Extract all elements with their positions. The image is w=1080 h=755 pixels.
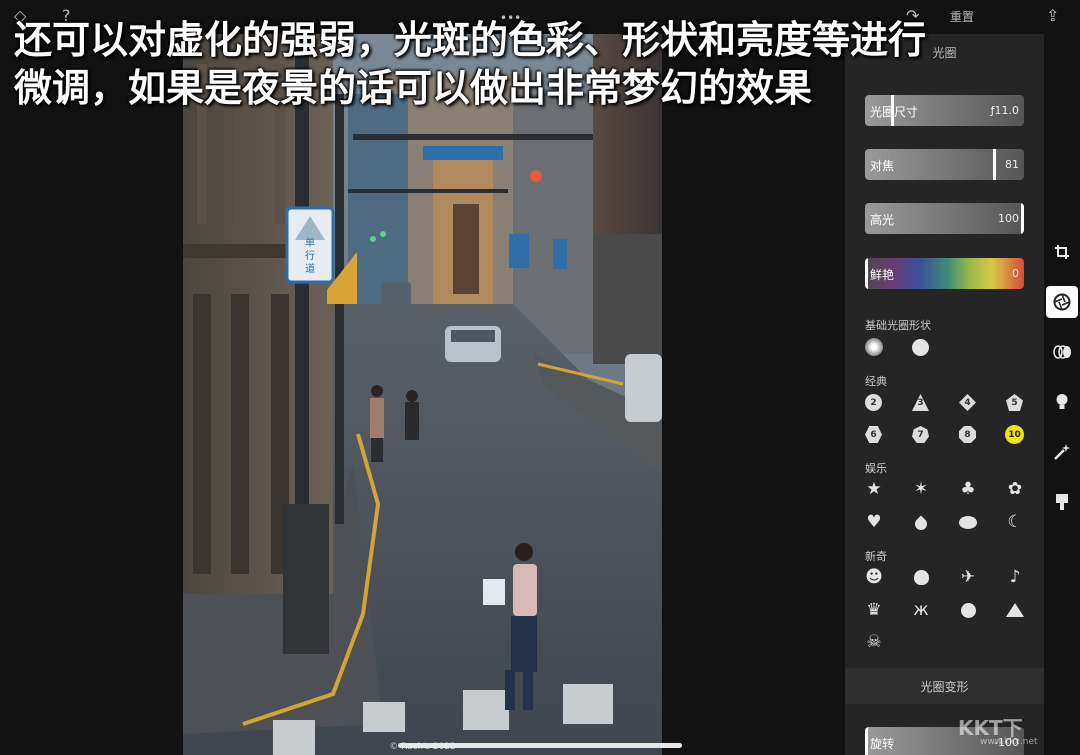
butterfly-shape-icon[interactable]: ж bbox=[910, 599, 932, 621]
novelty-label: 新奇 bbox=[865, 550, 887, 563]
slider-label: 旋转 bbox=[870, 737, 895, 751]
slider-label: 高光 bbox=[870, 213, 895, 227]
moon-shape-icon[interactable]: ☾ bbox=[1004, 511, 1026, 533]
slider-label: 鲜艳 bbox=[870, 268, 895, 282]
skull-shape-icon[interactable]: ☠ bbox=[863, 631, 885, 653]
star-shape-icon[interactable]: ★ bbox=[863, 478, 885, 500]
classic-shape-2-button[interactable]: 2 bbox=[865, 394, 882, 411]
six-point-star-shape-icon[interactable]: ✶ bbox=[910, 478, 932, 500]
classic-shape-10-button[interactable]: 10 bbox=[1005, 425, 1024, 444]
crown-shape-icon[interactable]: ♛ bbox=[863, 599, 885, 621]
caption-line-1: 还可以对虚化的强弱，光斑的色彩、形状和亮度等进行 bbox=[14, 18, 927, 62]
slider-thumb[interactable] bbox=[1021, 203, 1024, 234]
site-watermark-url: www.kkx.net bbox=[980, 737, 1038, 747]
speech-bubble-shape-icon[interactable] bbox=[957, 511, 979, 533]
svg-text:行: 行 bbox=[305, 249, 315, 262]
caption-overlay: 还可以对虚化的强弱，光斑的色彩、形状和亮度等进行 微调，如果是夜景的话可以做出非… bbox=[14, 16, 1074, 112]
classic-shape-3-button[interactable]: 3 bbox=[912, 394, 929, 411]
music-note-shape-icon[interactable]: ♪ bbox=[1004, 566, 1026, 588]
circle-shape-button[interactable] bbox=[909, 336, 931, 358]
slider-thumb[interactable] bbox=[992, 149, 996, 180]
smiley-shape-icon[interactable]: ☻ bbox=[863, 566, 885, 588]
fruit-shape-icon[interactable] bbox=[957, 599, 979, 621]
vibrance-slider[interactable]: 鲜艳 0 bbox=[865, 258, 1024, 289]
slider-thumb[interactable] bbox=[865, 727, 868, 755]
one-way-sign-text: 单 bbox=[305, 237, 315, 249]
entertainment-label: 娱乐 bbox=[865, 462, 887, 475]
crop-icon[interactable] bbox=[1046, 236, 1078, 268]
street-photo: 单 行 道 bbox=[183, 34, 662, 755]
paint-brush-icon[interactable] bbox=[1046, 486, 1078, 518]
slider-thumb[interactable] bbox=[865, 258, 868, 289]
lightbulb-icon[interactable] bbox=[1046, 386, 1078, 418]
aperture-icon[interactable] bbox=[1046, 286, 1078, 318]
classic-shape-8-button[interactable]: 8 bbox=[959, 426, 976, 443]
airplane-shape-icon[interactable]: ✈ bbox=[957, 566, 979, 588]
classic-shape-7-button[interactable]: 7 bbox=[912, 426, 929, 443]
slider-value: 81 bbox=[1005, 158, 1019, 171]
flower-shape-icon[interactable]: ✿ bbox=[1004, 478, 1026, 500]
classic-shape-4-button[interactable]: 4 bbox=[959, 394, 976, 411]
apple-shape-icon[interactable] bbox=[910, 566, 932, 588]
club-shape-icon[interactable]: ♣ bbox=[957, 478, 979, 500]
home-indicator[interactable] bbox=[398, 743, 682, 748]
caption-line-2: 微调，如果是夜景的话可以做出非常梦幻的效果 bbox=[14, 66, 813, 110]
tool-strip bbox=[1044, 34, 1080, 755]
lens-blur-icon[interactable] bbox=[1046, 336, 1078, 368]
highlights-slider[interactable]: 高光 100 bbox=[865, 203, 1024, 234]
heart-shape-icon[interactable]: ♥ bbox=[863, 511, 885, 533]
poop-shape-icon[interactable] bbox=[1004, 599, 1026, 621]
basic-shapes-label: 基础光圈形状 bbox=[865, 319, 931, 332]
drop-shape-icon[interactable] bbox=[910, 511, 932, 533]
slider-value: 0 bbox=[1012, 267, 1019, 280]
aperture-transform-header[interactable]: 光圈变形 bbox=[845, 668, 1044, 704]
soft-circle-shape-button[interactable] bbox=[863, 336, 885, 358]
focus-slider[interactable]: 对焦 81 bbox=[865, 149, 1024, 180]
aperture-settings-panel: 光圈 光圈尺寸 ƒ11.0 对焦 81 高光 100 鲜艳 0 基础光圈形状 经… bbox=[845, 34, 1044, 755]
classic-shape-6-button[interactable]: 6 bbox=[865, 426, 882, 443]
classic-label: 经典 bbox=[865, 375, 887, 388]
svg-text:道: 道 bbox=[305, 262, 315, 275]
classic-shape-5-button[interactable]: 5 bbox=[1006, 394, 1023, 411]
slider-label: 对焦 bbox=[870, 159, 895, 173]
photo-canvas[interactable]: 单 行 道 © Rack's 2022 bbox=[183, 34, 662, 755]
slider-value: 100 bbox=[998, 212, 1019, 225]
magic-wand-icon[interactable] bbox=[1046, 436, 1078, 468]
